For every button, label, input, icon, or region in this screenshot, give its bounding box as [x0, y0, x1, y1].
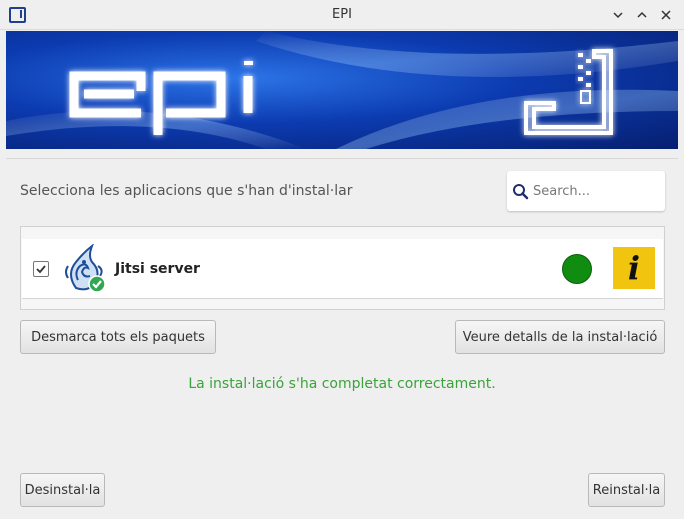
select-apps-label: Selecciona les aplicacions que s'han d'i… [20, 183, 353, 199]
package-row[interactable]: Jitsi server i [22, 239, 663, 299]
maximize-button[interactable] [632, 6, 652, 24]
uninstall-button[interactable]: Desinstal·la [20, 473, 105, 507]
epi-logo-icon [6, 31, 678, 149]
minimize-icon [613, 12, 623, 19]
close-icon [661, 10, 671, 20]
package-list: Jitsi server i [20, 226, 665, 310]
unmark-all-button[interactable]: Desmarca tots els paquets [20, 320, 216, 354]
minimize-button[interactable] [608, 6, 628, 24]
checkmark-icon [36, 265, 46, 274]
close-button[interactable] [656, 6, 676, 24]
search-box[interactable] [507, 171, 665, 211]
view-details-button[interactable]: Veure detalls de la instal·lació [455, 320, 665, 354]
window-title: EPI [332, 7, 352, 22]
package-name: Jitsi server [115, 261, 200, 277]
install-status-message: La instal·lació s'ha completat correctam… [188, 376, 496, 392]
info-button[interactable]: i [613, 247, 655, 289]
jitsi-icon [65, 244, 106, 293]
package-checkbox[interactable] [33, 261, 49, 277]
status-indicator-icon [562, 254, 592, 284]
search-input[interactable] [533, 181, 659, 201]
epi-banner [6, 31, 678, 149]
reinstall-button[interactable]: Reinstal·la [588, 473, 665, 507]
search-icon [513, 184, 529, 200]
check-badge-icon [88, 275, 106, 293]
title-bar: EPI [0, 0, 684, 30]
banner-separator [6, 158, 678, 159]
maximize-icon [637, 11, 647, 18]
